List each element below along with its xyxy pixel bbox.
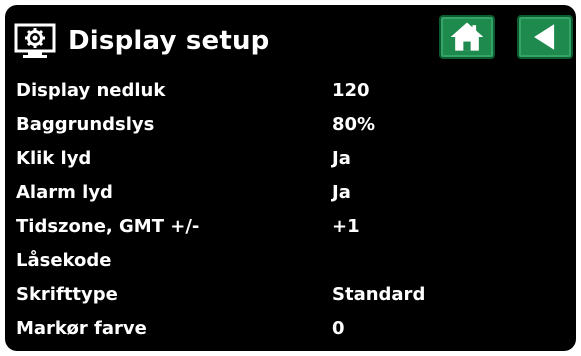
setting-row-klik-lyd[interactable]: Klik lyd Ja — [5, 143, 576, 177]
setting-row-markoer-farve[interactable]: Markør farve 0 — [5, 313, 576, 347]
setting-value: 120 — [332, 80, 370, 101]
setting-row-alarm-lyd[interactable]: Alarm lyd Ja — [5, 177, 576, 211]
setting-value: Ja — [332, 182, 351, 203]
setting-row-laasekode[interactable]: Låsekode — [5, 245, 576, 279]
setting-label: Alarm lyd — [16, 182, 113, 203]
display-settings-icon — [14, 23, 56, 59]
setting-value: Ja — [332, 148, 351, 169]
setting-label: Baggrundslys — [16, 114, 155, 135]
setting-label: Tidszone, GMT +/- — [16, 216, 200, 237]
setting-value: Standard — [332, 284, 426, 305]
setting-value: 0 — [332, 318, 345, 339]
setting-row-baggrundslys[interactable]: Baggrundslys 80% — [5, 109, 576, 143]
setting-label: Klik lyd — [16, 148, 92, 169]
setting-value: +1 — [332, 216, 360, 237]
header: Display setup — [5, 5, 576, 75]
setting-value: 80% — [332, 114, 376, 135]
page-title: Display setup — [68, 26, 270, 56]
setting-row-tidszone[interactable]: Tidszone, GMT +/- +1 — [5, 211, 576, 245]
back-button[interactable] — [517, 15, 573, 59]
home-button[interactable] — [439, 15, 495, 59]
setting-label: Markør farve — [16, 318, 147, 339]
setting-label: Display nedluk — [16, 80, 166, 101]
setting-row-display-nedluk[interactable]: Display nedluk 120 — [5, 75, 576, 109]
setting-label: Låsekode — [16, 250, 112, 271]
setting-label: Skrifttype — [16, 284, 118, 305]
display-setup-screen: Display setup Display nedluk 120 Baggrun… — [5, 5, 576, 351]
setting-row-skrifttype[interactable]: Skrifttype Standard — [5, 279, 576, 313]
